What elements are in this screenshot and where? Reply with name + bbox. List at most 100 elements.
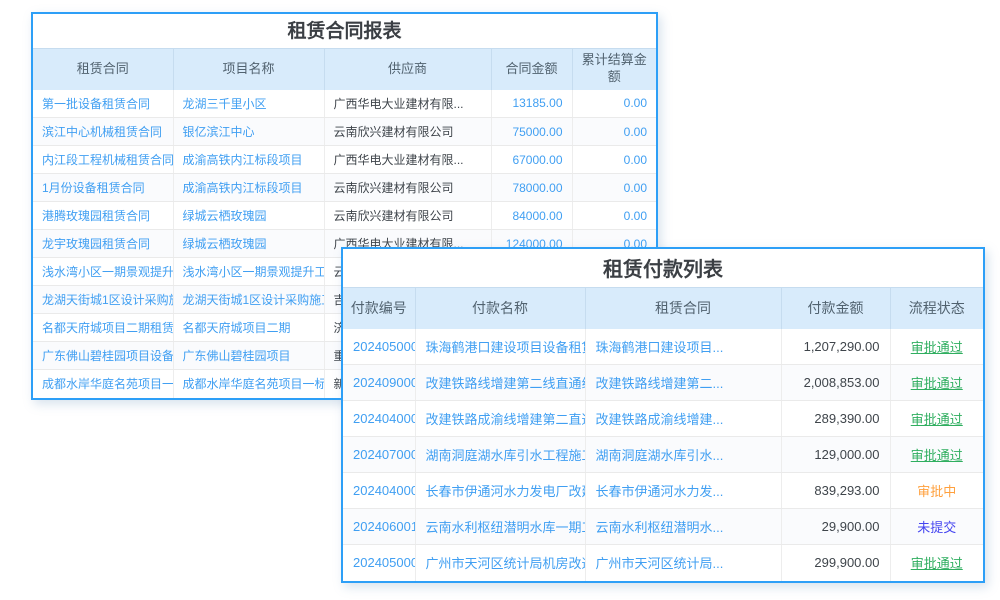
payment-amount-cell: 839,293.00 [781,473,890,509]
supplier-cell: 广西华电大业建材有限... [324,90,491,118]
payment-name-link-cell[interactable]: 珠海鹤港口建设项目设备租赁... [415,329,585,365]
payment-name-link-cell[interactable]: 改建铁路成渝线增建第二直通... [415,401,585,437]
contract-link-cell[interactable]: 龙宇玫瑰园租赁合同 [33,230,173,258]
contract-row: 港腾玫瑰园租赁合同绿城云栖玫瑰园云南欣兴建材有限公司84000.000.00 [33,202,656,230]
contract-link-cell[interactable]: 长春市伊通河水力发... [585,473,781,509]
project-link-cell[interactable]: 名都天府城项目二期 [173,314,324,342]
settled-amount-cell: 0.00 [572,202,656,230]
contract-link-cell[interactable]: 浅水湾小区一期景观提升工程 [33,258,173,286]
status-badge[interactable]: 未提交 [890,509,983,545]
status-badge[interactable]: 审批通过 [890,365,983,401]
column-header-amount: 合同金额 [491,49,572,90]
payment-amount-cell: 29,900.00 [781,509,890,545]
column-header-project: 项目名称 [173,49,324,90]
project-link-cell[interactable]: 龙湖三千里小区 [173,90,324,118]
payment-row: 2024060010云南水利枢纽潜明水库一期工...云南水利枢纽潜明水...29… [343,509,983,545]
status-badge[interactable]: 审批通过 [890,437,983,473]
contract-link-cell[interactable]: 云南水利枢纽潜明水... [585,509,781,545]
settled-amount-cell: 0.00 [572,146,656,174]
payment-row: 2024040006长春市伊通河水力发电厂改建...长春市伊通河水力发...83… [343,473,983,509]
column-header-payment-amount: 付款金额 [781,288,890,329]
supplier-cell: 云南欣兴建材有限公司 [324,174,491,202]
project-link-cell[interactable]: 绿城云栖玫瑰园 [173,202,324,230]
status-badge[interactable]: 审批通过 [890,545,983,581]
payment-amount-cell: 299,900.00 [781,545,890,581]
rental-payment-list-window: 租赁付款列表 付款编号 付款名称 租赁合同 付款金额 流程状态 20240500… [341,247,985,583]
payment-name-link-cell[interactable]: 湖南洞庭湖水库引水工程施工I... [415,437,585,473]
project-link-cell[interactable]: 银亿滨江中心 [173,118,324,146]
project-link-cell[interactable]: 成渝高铁内江标段项目 [173,146,324,174]
payment-table-header-row: 付款编号 付款名称 租赁合同 付款金额 流程状态 [343,288,983,329]
contract-link-cell[interactable]: 成都水岸华庭名苑项目一标段 [33,370,173,398]
project-link-cell[interactable]: 成渝高铁内江标段项目 [173,174,324,202]
contract-amount-cell: 67000.00 [491,146,572,174]
contract-link-cell[interactable]: 珠海鹤港口建设项目... [585,329,781,365]
contract-link-cell[interactable]: 广东佛山碧桂园项目设备租赁 [33,342,173,370]
contract-table-header-row: 租赁合同 项目名称 供应商 合同金额 累计结算金额 [33,49,656,90]
column-header-contract: 租赁合同 [585,288,781,329]
contract-link-cell[interactable]: 龙湖天街城1区设计采购施工 [33,286,173,314]
settled-amount-cell: 0.00 [572,118,656,146]
contract-link-cell[interactable]: 第一批设备租赁合同 [33,90,173,118]
contract-link-cell[interactable]: 广州市天河区统计局... [585,545,781,581]
payment-no-link-cell[interactable]: 2024090003 [343,365,415,401]
supplier-cell: 云南欣兴建材有限公司 [324,202,491,230]
project-link-cell[interactable]: 绿城云栖玫瑰园 [173,230,324,258]
payment-list-table: 付款编号 付款名称 租赁合同 付款金额 流程状态 2024050008珠海鹤港口… [343,287,983,581]
contract-link-cell[interactable]: 1月份设备租赁合同 [33,174,173,202]
payment-list-title: 租赁付款列表 [343,249,983,287]
payment-no-link-cell[interactable]: 2024040006 [343,473,415,509]
status-badge[interactable]: 审批通过 [890,401,983,437]
payment-amount-cell: 289,390.00 [781,401,890,437]
column-header-contract: 租赁合同 [33,49,173,90]
status-badge[interactable]: 审批中 [890,473,983,509]
contract-row: 滨江中心机械租赁合同银亿滨江中心云南欣兴建材有限公司75000.000.00 [33,118,656,146]
project-link-cell[interactable]: 成都水岸华庭名苑项目一标段 [173,370,324,398]
supplier-cell: 云南欣兴建材有限公司 [324,118,491,146]
payment-row: 2024050007广州市天河区统计局机房改造...广州市天河区统计局...29… [343,545,983,581]
project-link-cell[interactable]: 浅水湾小区一期景观提升工程 [173,258,324,286]
contract-amount-cell: 13185.00 [491,90,572,118]
payment-name-link-cell[interactable]: 广州市天河区统计局机房改造... [415,545,585,581]
contract-report-title: 租赁合同报表 [33,14,656,48]
contract-link-cell[interactable]: 改建铁路成渝线增建... [585,401,781,437]
column-header-payment-name: 付款名称 [415,288,585,329]
status-badge[interactable]: 审批通过 [890,329,983,365]
project-link-cell[interactable]: 广东佛山碧桂园项目 [173,342,324,370]
contract-link-cell[interactable]: 湖南洞庭湖水库引水... [585,437,781,473]
contract-amount-cell: 75000.00 [491,118,572,146]
payment-row: 2024040007改建铁路成渝线增建第二直通...改建铁路成渝线增建...28… [343,401,983,437]
contract-row: 1月份设备租赁合同成渝高铁内江标段项目云南欣兴建材有限公司78000.000.0… [33,174,656,202]
payment-no-link-cell[interactable]: 2024060010 [343,509,415,545]
payment-no-link-cell[interactable]: 2024050008 [343,329,415,365]
payment-no-link-cell[interactable]: 2024070009 [343,437,415,473]
column-header-payment-no: 付款编号 [343,288,415,329]
supplier-cell: 广西华电大业建材有限... [324,146,491,174]
payment-no-link-cell[interactable]: 2024050007 [343,545,415,581]
contract-amount-cell: 78000.00 [491,174,572,202]
payment-name-link-cell[interactable]: 改建铁路线增建第二线直通线... [415,365,585,401]
contract-row: 第一批设备租赁合同龙湖三千里小区广西华电大业建材有限...13185.000.0… [33,90,656,118]
payment-amount-cell: 2,008,853.00 [781,365,890,401]
contract-amount-cell: 84000.00 [491,202,572,230]
contract-link-cell[interactable]: 内江段工程机械租赁合同 [33,146,173,174]
payment-row: 2024070009湖南洞庭湖水库引水工程施工I...湖南洞庭湖水库引水...1… [343,437,983,473]
settled-amount-cell: 0.00 [572,174,656,202]
contract-link-cell[interactable]: 名都天府城项目二期租赁合同 [33,314,173,342]
payment-amount-cell: 129,000.00 [781,437,890,473]
payment-row: 2024050008珠海鹤港口建设项目设备租赁...珠海鹤港口建设项目...1,… [343,329,983,365]
project-link-cell[interactable]: 龙湖天街城1区设计采购施工 [173,286,324,314]
payment-row: 2024090003改建铁路线增建第二线直通线...改建铁路线增建第二...2,… [343,365,983,401]
column-header-status: 流程状态 [890,288,983,329]
column-header-supplier: 供应商 [324,49,491,90]
payment-name-link-cell[interactable]: 云南水利枢纽潜明水库一期工... [415,509,585,545]
contract-link-cell[interactable]: 港腾玫瑰园租赁合同 [33,202,173,230]
settled-amount-cell: 0.00 [572,90,656,118]
contract-link-cell[interactable]: 改建铁路线增建第二... [585,365,781,401]
column-header-settled: 累计结算金额 [572,49,656,90]
payment-no-link-cell[interactable]: 2024040007 [343,401,415,437]
contract-link-cell[interactable]: 滨江中心机械租赁合同 [33,118,173,146]
payment-name-link-cell[interactable]: 长春市伊通河水力发电厂改建... [415,473,585,509]
contract-row: 内江段工程机械租赁合同成渝高铁内江标段项目广西华电大业建材有限...67000.… [33,146,656,174]
payment-amount-cell: 1,207,290.00 [781,329,890,365]
